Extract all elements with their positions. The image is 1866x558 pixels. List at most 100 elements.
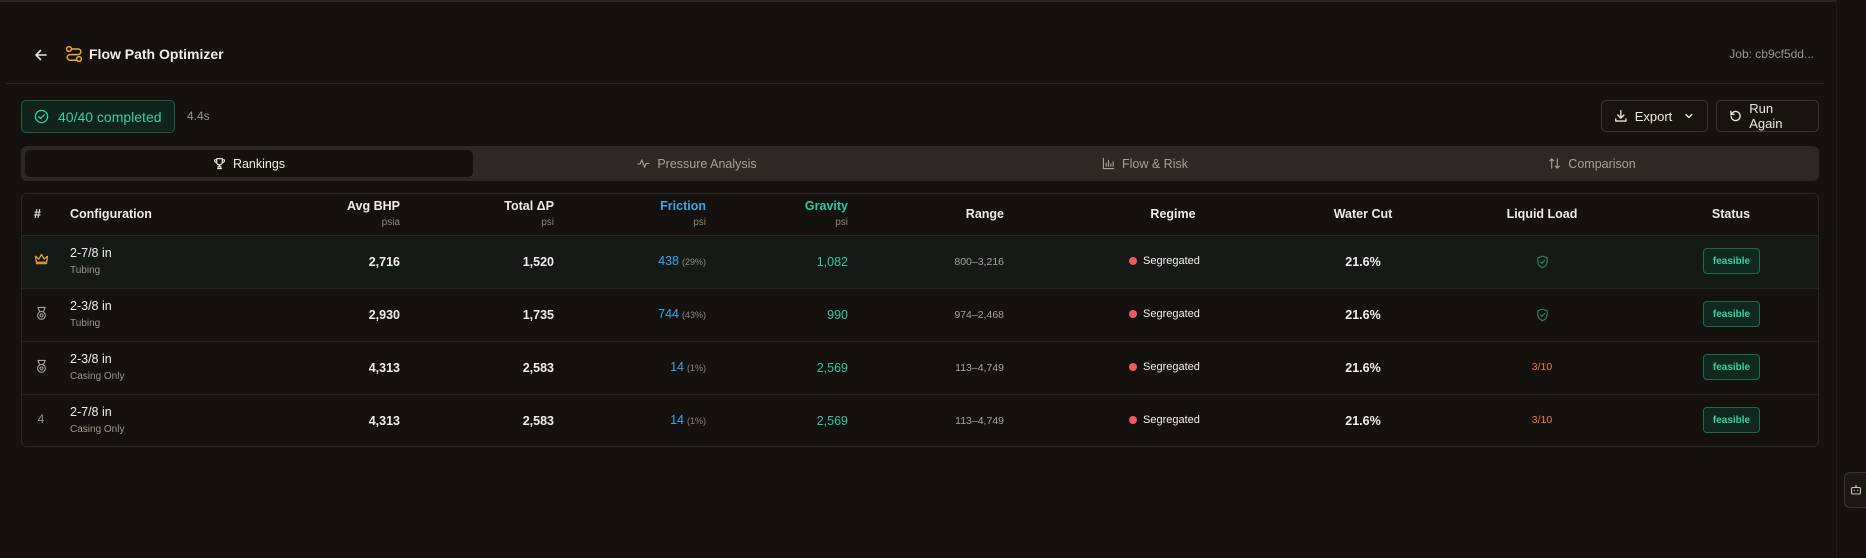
rank-number: 4 xyxy=(37,412,45,426)
rank-cell xyxy=(32,359,50,377)
water-cut-value: 21.6% xyxy=(1345,361,1381,375)
tab-rankings[interactable]: Rankings xyxy=(25,150,473,177)
status-badge: feasible xyxy=(1703,354,1760,380)
completion-status-badge: 40/40 completed xyxy=(21,100,175,133)
regime-cell: Segregated xyxy=(1129,308,1200,320)
tab-pressure-analysis[interactable]: Pressure Analysis xyxy=(473,150,921,177)
run-again-button[interactable]: Run Again xyxy=(1716,100,1819,132)
arrow-left-icon xyxy=(35,49,47,61)
trophy-icon xyxy=(213,158,225,170)
col-avg-bhp-unit: psia xyxy=(381,217,400,228)
bot-icon xyxy=(1850,484,1861,495)
config-size: 2-7/8 in xyxy=(70,405,112,419)
liquid-load-cell: 3/10 xyxy=(1512,361,1572,373)
friction-value: 14 xyxy=(670,413,684,427)
shield-check-icon xyxy=(1536,308,1549,325)
total-dp-value: 1,520 xyxy=(522,255,554,269)
tab-label: Pressure Analysis xyxy=(657,156,757,171)
avg-bhp-value: 2,930 xyxy=(368,308,400,322)
export-button[interactable]: Export xyxy=(1601,100,1708,132)
water-cut-value: 21.6% xyxy=(1345,414,1381,428)
col-total-dp-label: Total ΔP xyxy=(504,199,554,213)
config-type: Tubing xyxy=(70,265,101,276)
tab-comparison[interactable]: Comparison xyxy=(1369,150,1815,177)
gravity-value: 990 xyxy=(827,308,848,322)
activity-icon xyxy=(637,159,650,168)
avg-bhp-value: 4,313 xyxy=(368,361,400,375)
job-id: Job: cb9cf5dd... xyxy=(1729,47,1814,61)
friction-value: 438 xyxy=(658,254,679,268)
status-badge: feasible xyxy=(1703,248,1760,274)
config-size: 2-7/8 in xyxy=(70,246,112,260)
regime-value: Segregated xyxy=(1143,308,1200,320)
rank-cell: 4 xyxy=(32,412,50,426)
range-value: 974–2,468 xyxy=(954,309,1004,321)
friction-percent: (1%) xyxy=(686,416,706,426)
col-gravity-unit: psi xyxy=(835,217,848,228)
bar-chart-icon xyxy=(1102,157,1115,170)
table-row[interactable]: 2-3/8 in Tubing 2,930 1,735 744 (43%) 990 974–2… xyxy=(22,289,1818,342)
completion-status-text: 40/40 completed xyxy=(58,108,162,125)
download-icon xyxy=(1615,109,1627,122)
table-row[interactable]: 2-7/8 in Tubing 2,716 1,520 438 (29%) 1,082 800… xyxy=(22,236,1818,289)
gravity-value: 1,082 xyxy=(816,255,848,269)
col-total-dp[interactable]: Total ΔP psi xyxy=(504,199,554,228)
col-avg-bhp-label: Avg BHP xyxy=(346,199,400,213)
gravity-value: 2,569 xyxy=(816,414,848,428)
friction-cell: 438 (29%) xyxy=(658,254,706,268)
col-configuration: Configuration xyxy=(70,207,152,221)
check-circle-icon xyxy=(34,109,49,124)
tab-flow-risk[interactable]: Flow & Risk xyxy=(921,150,1369,177)
friction-cell: 14 (1%) xyxy=(670,413,706,427)
regime-value: Segregated xyxy=(1143,361,1200,373)
regime-dot-icon xyxy=(1129,363,1137,371)
col-range: Range xyxy=(965,207,1004,221)
range-value: 113–4,749 xyxy=(955,362,1004,374)
gravity-value: 2,569 xyxy=(816,361,848,375)
friction-cell: 744 (43%) xyxy=(658,307,706,321)
config-size: 2-3/8 in xyxy=(70,352,112,366)
friction-percent: (43%) xyxy=(681,310,706,320)
regime-cell: Segregated xyxy=(1129,414,1200,426)
table-row[interactable]: 4 2-7/8 in Casing Only 4,313 2,583 14 (1%) 2,56… xyxy=(22,395,1818,446)
chevron-down-icon xyxy=(1685,113,1693,119)
liquid-load-cell xyxy=(1512,308,1572,325)
status-badge: feasible xyxy=(1703,407,1760,433)
col-avg-bhp[interactable]: Avg BHP psia xyxy=(347,199,400,228)
rankings-table: # Configuration Avg BHP psia Total ΔP ps… xyxy=(21,193,1819,447)
col-liquid-load: Liquid Load xyxy=(1506,207,1578,221)
col-status: Status xyxy=(1711,207,1751,221)
export-button-label: Export xyxy=(1634,108,1673,124)
col-friction[interactable]: Friction psi xyxy=(660,199,706,228)
water-cut-value: 21.6% xyxy=(1345,255,1381,269)
table-row[interactable]: 2-3/8 in Casing Only 4,313 2,583 14 (1%) 2,569… xyxy=(22,342,1818,395)
col-total-dp-unit: psi xyxy=(541,217,554,228)
range-value: 113–4,749 xyxy=(955,415,1004,427)
config-size: 2-3/8 in xyxy=(70,299,112,313)
assistant-toggle-button[interactable] xyxy=(1844,472,1866,508)
run-again-label: Run Again xyxy=(1749,101,1783,131)
range-value: 800–3,216 xyxy=(954,256,1004,268)
friction-percent: (29%) xyxy=(681,257,706,267)
col-water-cut: Water Cut xyxy=(1333,207,1393,221)
medal-icon xyxy=(35,359,48,377)
status-badge: feasible xyxy=(1703,301,1760,327)
back-button[interactable] xyxy=(30,44,52,66)
crown-icon xyxy=(34,253,49,269)
regime-cell: Segregated xyxy=(1129,361,1200,373)
col-friction-unit: psi xyxy=(693,217,706,228)
water-cut-value: 21.6% xyxy=(1345,308,1381,322)
config-type: Tubing xyxy=(70,318,101,329)
page-title: Flow Path Optimizer xyxy=(89,46,224,62)
col-regime: Regime xyxy=(1150,207,1196,221)
rotate-ccw-icon xyxy=(1730,110,1741,122)
rank-cell xyxy=(32,253,50,269)
liquid-load-value: 3/10 xyxy=(1531,414,1553,426)
friction-cell: 14 (1%) xyxy=(670,360,706,374)
app: Flow Path Optimizer Job: cb9cf5dd... 40/… xyxy=(0,0,1866,558)
friction-value: 14 xyxy=(670,360,684,374)
rank-cell xyxy=(32,306,50,324)
total-dp-value: 2,583 xyxy=(522,361,554,375)
col-gravity[interactable]: Gravity psi xyxy=(805,199,848,228)
liquid-load-cell xyxy=(1512,255,1572,272)
